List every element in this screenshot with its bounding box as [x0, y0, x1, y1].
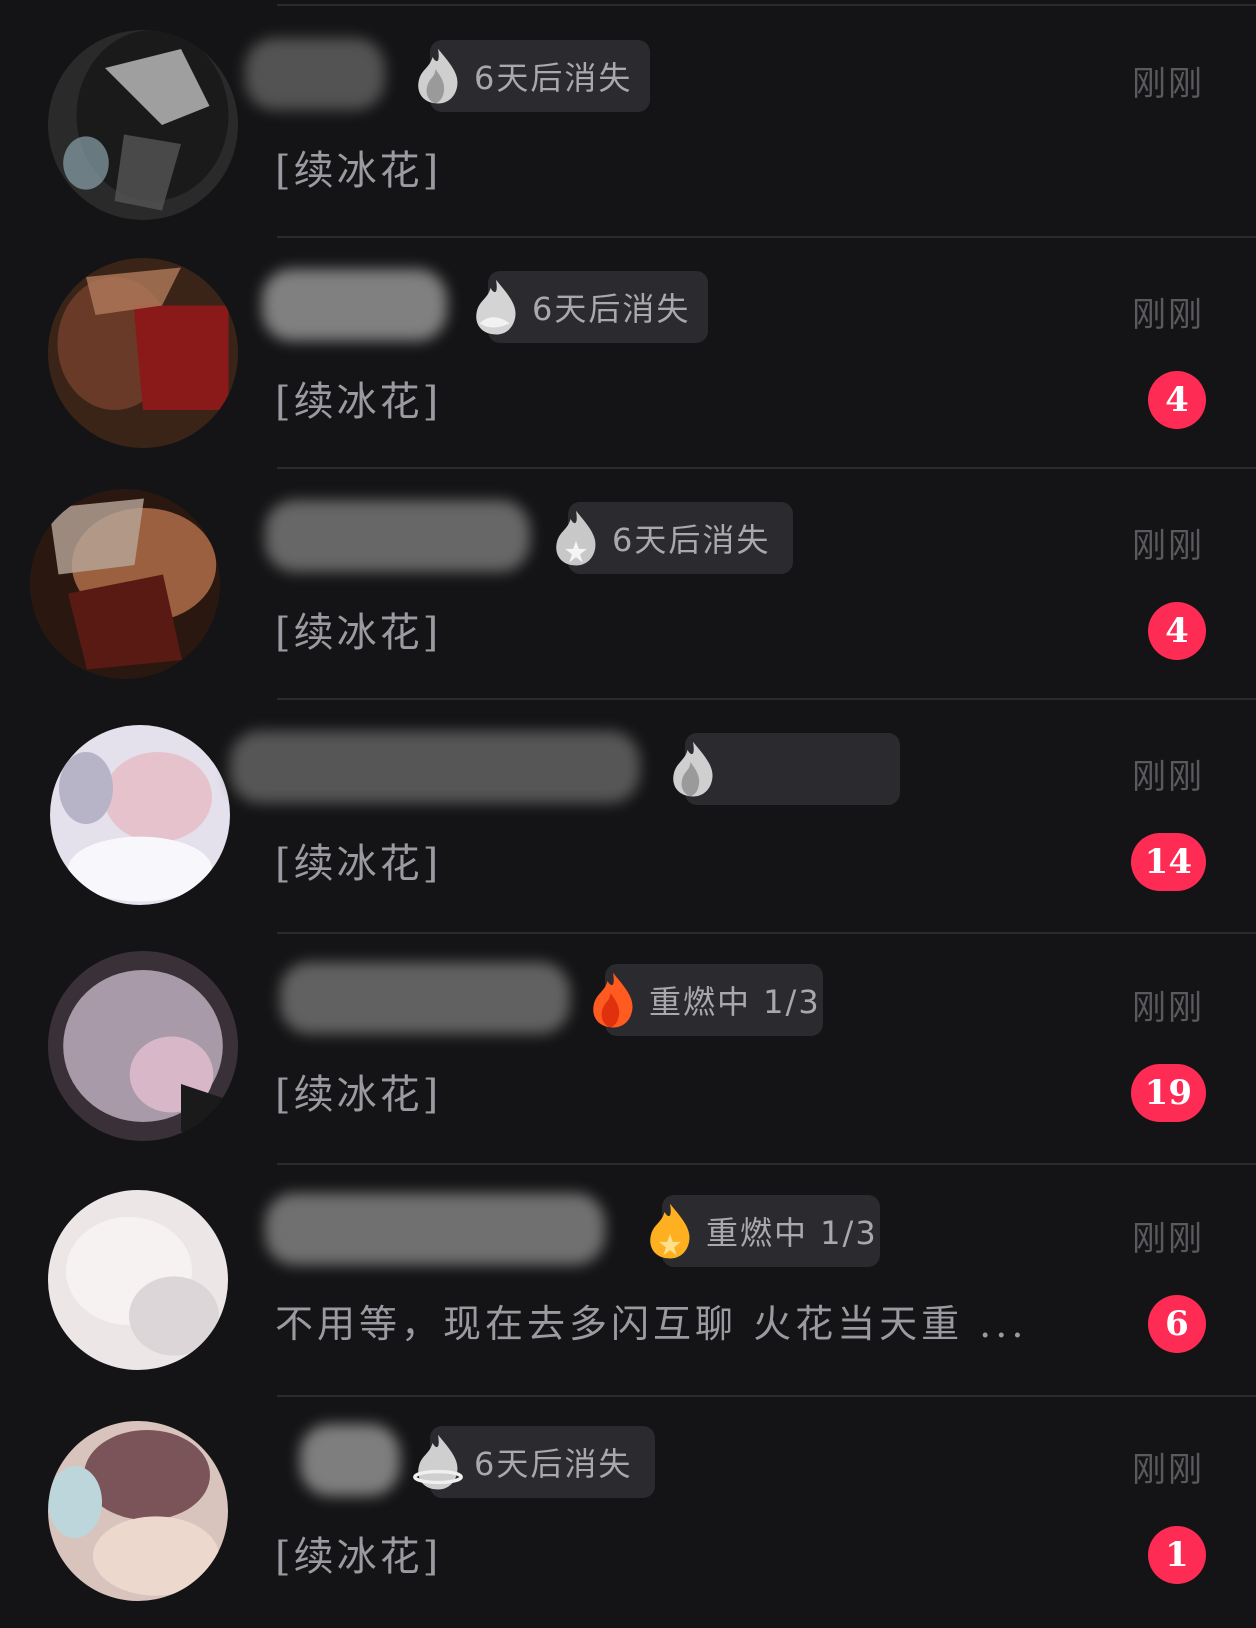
grey-planet-flame-icon — [413, 1434, 463, 1490]
unread-count-badge: 4 — [1148, 371, 1206, 429]
conversation-row[interactable]: 6天后消失 刚刚 [续冰花] — [0, 0, 1256, 231]
grey-flame-icon — [418, 48, 458, 104]
unread-count-badge: 1 — [1148, 1526, 1206, 1584]
divider — [277, 1395, 1256, 1397]
last-message: [续冰花] — [275, 610, 442, 656]
spark-status-text: 6天后消失 — [474, 59, 633, 97]
redacted-username — [245, 38, 385, 110]
grey-star-flame-icon — [556, 510, 596, 566]
conversation-row[interactable]: 重燃中 1/3 刚刚 不用等，现在去多闪互聊 火花当天重 ... 6 — [0, 1155, 1256, 1386]
conversation-row[interactable]: 刚刚 [续冰花] 14 — [0, 693, 1256, 924]
divider — [277, 932, 1256, 934]
spark-badge: 重燃中 1/3 — [650, 1195, 880, 1267]
spark-badge — [673, 733, 900, 805]
last-message: [续冰花] — [275, 841, 442, 887]
unread-count-badge: 6 — [1148, 1295, 1206, 1353]
spark-badge: 6天后消失 — [413, 1426, 655, 1498]
redacted-username — [280, 962, 570, 1034]
spark-status-text: 重燃中 1/3 — [649, 983, 821, 1021]
last-message: [续冰花] — [275, 1072, 442, 1118]
avatar[interactable] — [48, 258, 238, 448]
timestamp: 刚刚 — [1132, 757, 1204, 797]
spark-badge: 6天后消失 — [556, 502, 793, 574]
divider — [277, 236, 1256, 238]
avatar[interactable] — [30, 489, 220, 679]
redacted-username — [265, 1193, 605, 1265]
avatar[interactable] — [50, 725, 230, 905]
conversation-row[interactable]: 6天后消失 刚刚 [续冰花] 4 — [0, 462, 1256, 693]
avatar[interactable] — [48, 951, 238, 1141]
avatar[interactable] — [48, 30, 238, 220]
spark-status-text: 6天后消失 — [612, 521, 771, 559]
unread-count-badge: 4 — [1148, 602, 1206, 660]
conversation-row[interactable]: 6天后消失 刚刚 [续冰花] 1 — [0, 1386, 1256, 1617]
spark-status-text: 6天后消失 — [532, 290, 691, 328]
divider — [277, 467, 1256, 469]
gold-star-flame-icon — [650, 1203, 690, 1259]
timestamp: 刚刚 — [1132, 295, 1204, 335]
last-message: [续冰花] — [275, 1534, 442, 1580]
grey-leaf-flame-icon — [476, 279, 516, 335]
divider — [277, 698, 1256, 700]
avatar[interactable] — [48, 1190, 228, 1370]
last-message: 不用等，现在去多闪互聊 火花当天重 ... — [275, 1302, 1028, 1346]
conversation-row[interactable]: 6天后消失 刚刚 [续冰花] 4 — [0, 231, 1256, 462]
spark-badge: 6天后消失 — [476, 271, 708, 343]
divider — [277, 4, 1256, 6]
timestamp: 刚刚 — [1132, 1219, 1204, 1259]
timestamp: 刚刚 — [1132, 988, 1204, 1028]
redacted-username — [262, 269, 447, 341]
divider — [277, 1163, 1256, 1165]
spark-status-text: 6天后消失 — [474, 1445, 633, 1483]
spark-status-text: 重燃中 1/3 — [706, 1214, 878, 1252]
last-message: [续冰花] — [275, 379, 442, 425]
timestamp: 刚刚 — [1132, 1450, 1204, 1490]
spark-badge: 6天后消失 — [418, 40, 650, 112]
grey-flame-icon — [673, 741, 713, 797]
unread-count-badge: 14 — [1130, 833, 1206, 891]
spark-badge: 重燃中 1/3 — [593, 964, 823, 1036]
timestamp: 刚刚 — [1132, 526, 1204, 566]
avatar[interactable] — [48, 1421, 228, 1601]
redacted-username — [230, 731, 640, 803]
conversation-row[interactable]: 重燃中 1/3 刚刚 [续冰花] 19 — [0, 924, 1256, 1155]
redacted-username — [265, 500, 530, 572]
last-message: [续冰花] — [275, 148, 442, 194]
unread-count-badge: 19 — [1130, 1064, 1206, 1122]
redacted-username — [300, 1424, 400, 1496]
orange-flame-icon — [593, 972, 633, 1028]
timestamp: 刚刚 — [1132, 64, 1204, 104]
